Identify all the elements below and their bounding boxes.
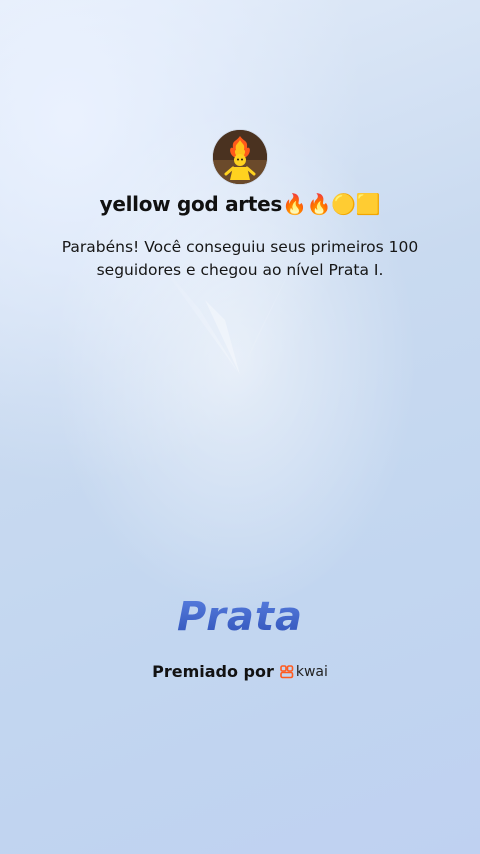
congratulation-message: Parabéns! Você conseguiu seus primeiros … bbox=[61, 238, 419, 279]
username-title: yellow god artes🔥🔥🟡🟨 bbox=[99, 192, 381, 216]
kwai-logo-icon bbox=[280, 664, 294, 678]
kwai-brand-name: kwai bbox=[295, 663, 328, 680]
level-badge-title: Prata bbox=[0, 594, 480, 640]
kwai-brand: kwai bbox=[280, 664, 328, 680]
awarded-by-label: Premiado por bbox=[152, 662, 274, 681]
profile-avatar bbox=[213, 130, 267, 184]
background-light-rays bbox=[150, 250, 300, 375]
fire-figure-avatar bbox=[213, 130, 267, 184]
awarded-by-row: Premiado por kwai bbox=[0, 662, 480, 681]
